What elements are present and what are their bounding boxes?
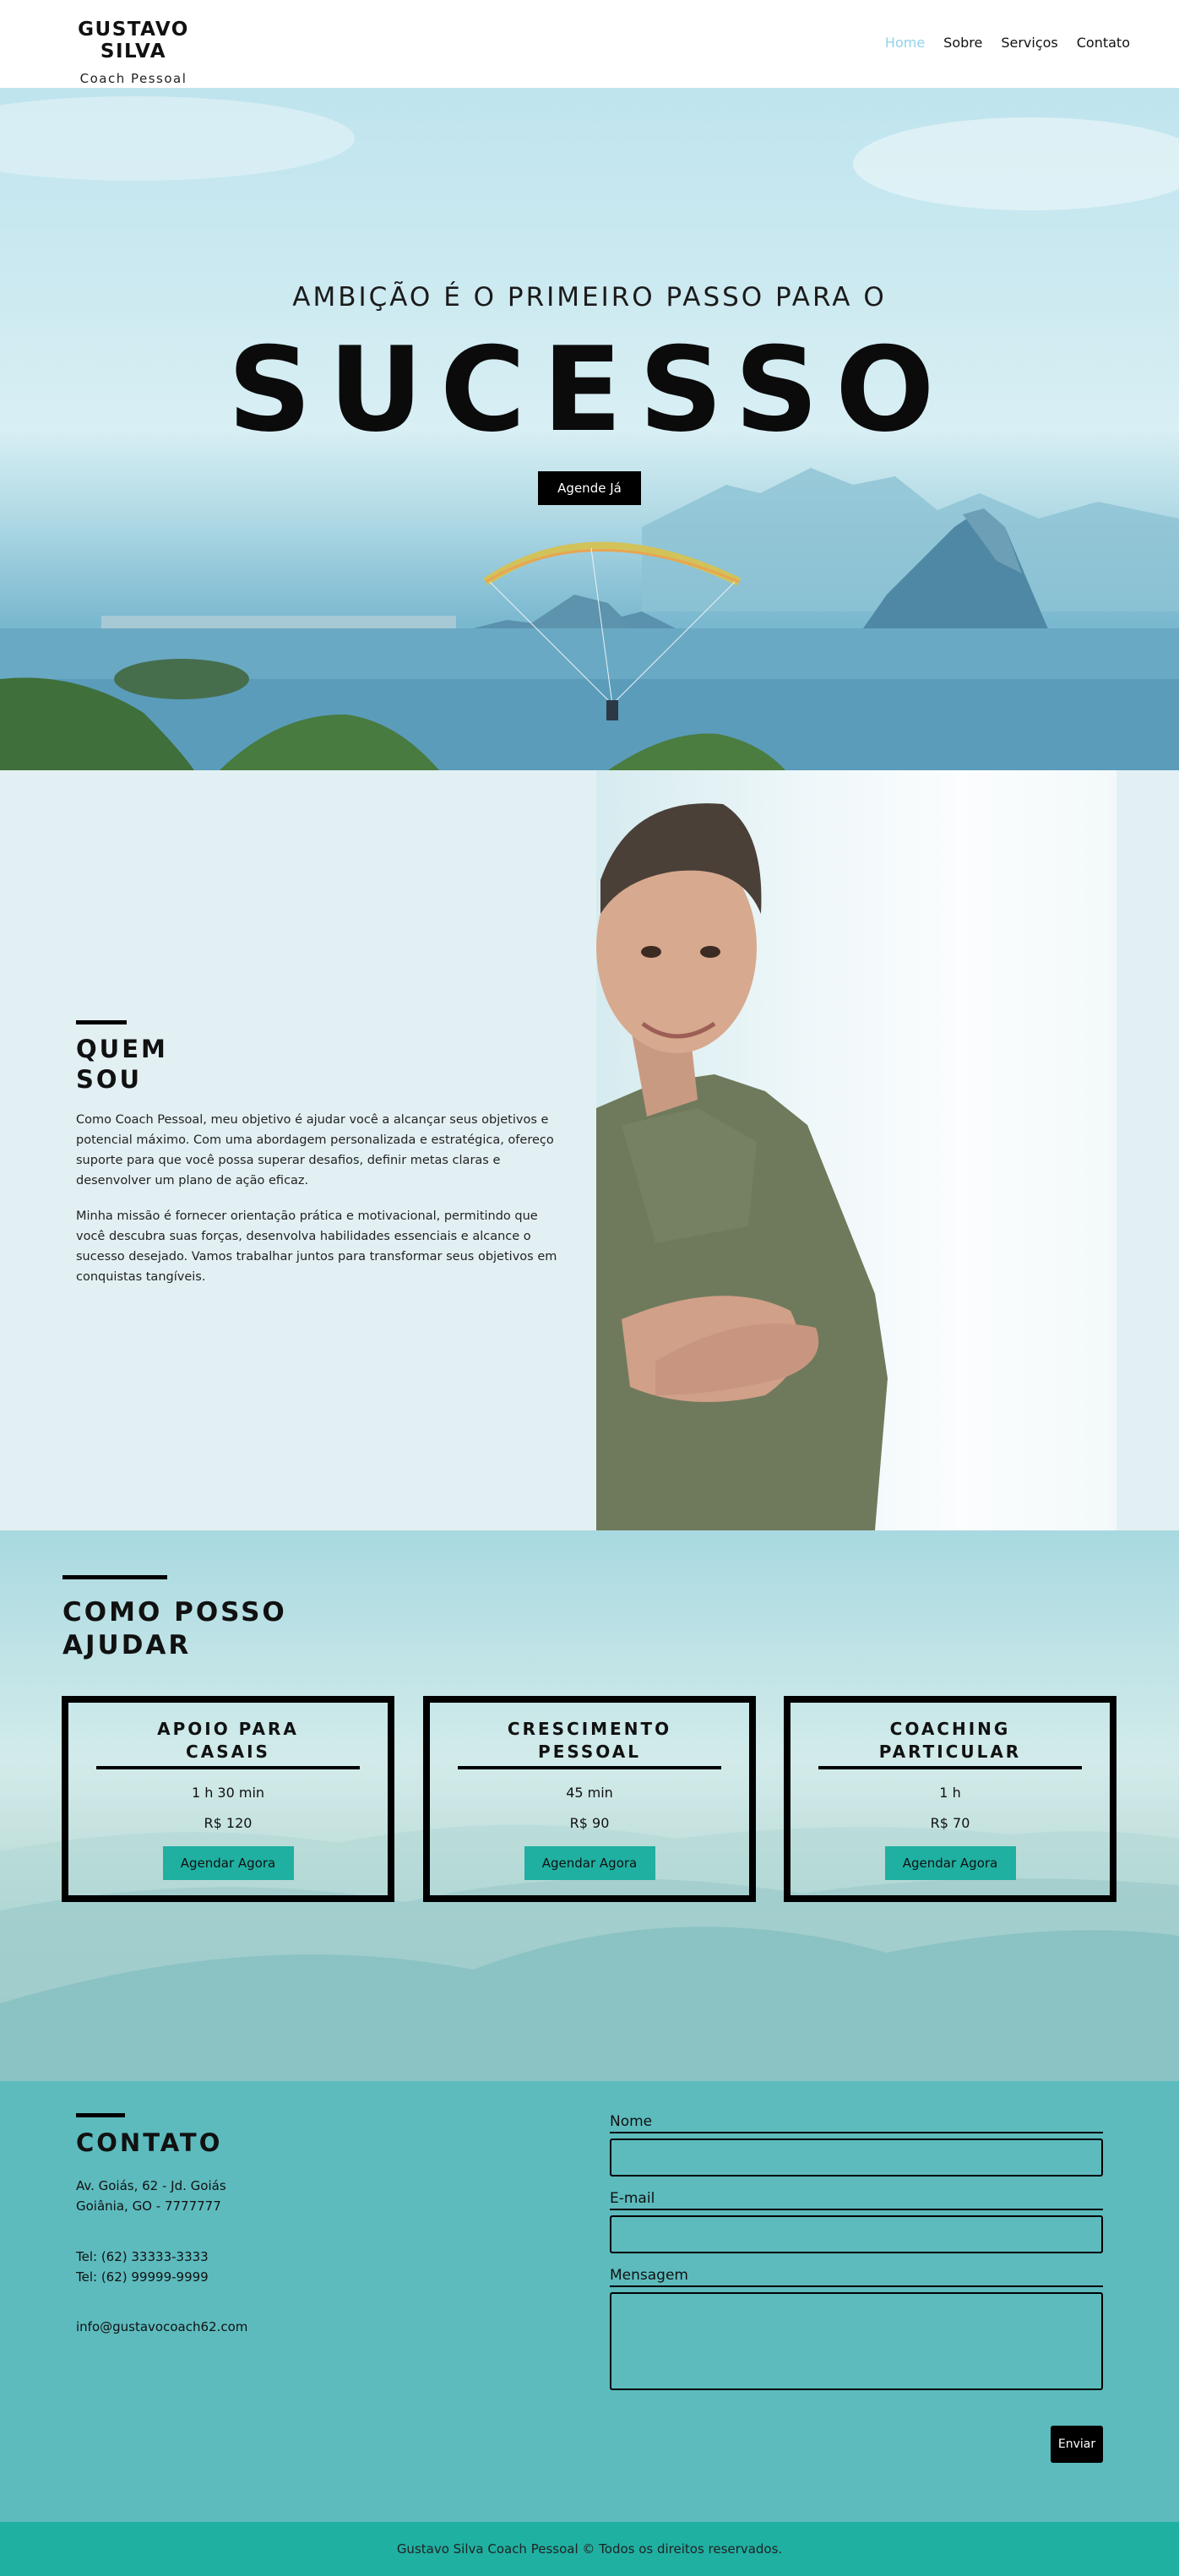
nav-sobre[interactable]: Sobre [943, 35, 982, 51]
contact-section: CONTATO Av. Goiás, 62 - Jd. Goiás Goiâni… [0, 2081, 1179, 2522]
service-card-divider [96, 1766, 360, 1769]
services-section: COMO POSSO AJUDAR APOIO PARA CASAIS 1 h … [0, 1530, 1179, 2081]
schedule-now-button[interactable]: Agende Já [538, 471, 641, 505]
contact-title: CONTATO [76, 2128, 223, 2157]
service-card-divider [458, 1766, 721, 1769]
contact-phone-2: Tel: (62) 99999-9999 [76, 2269, 209, 2285]
services-title-line1: COMO POSSO [62, 1597, 287, 1628]
service-title-line1: CRESCIMENTO [507, 1719, 672, 1739]
service-duration: 1 h [939, 1785, 961, 1801]
section-divider [76, 2113, 125, 2117]
book-now-button[interactable]: Agendar Agora [162, 1846, 294, 1880]
contact-phone-1: Tel: (62) 33333-3333 [76, 2249, 209, 2264]
contact-info: CONTATO Av. Goiás, 62 - Jd. Goiás Goiâni… [76, 2113, 247, 2337]
name-label: Nome [610, 2113, 1103, 2133]
service-card-title: COACHING PARTICULAR [791, 1718, 1110, 1764]
service-card: COACHING PARTICULAR 1 h R$ 70 Agendar Ag… [784, 1696, 1117, 1902]
about-section: QUEM SOU Como Coach Pessoal, meu objetiv… [0, 770, 1179, 1530]
brand-subtitle: Coach Pessoal [79, 71, 187, 86]
service-title-line2: PESSOAL [538, 1742, 641, 1762]
contact-form: Nome E-mail Mensagem [610, 2113, 1103, 2390]
service-title-line2: CASAIS [186, 1742, 270, 1762]
email-label: E-mail [610, 2190, 1103, 2210]
service-price: R$ 90 [569, 1815, 610, 1831]
service-card-title: APOIO PARA CASAIS [68, 1718, 388, 1764]
hero-tagline: AMBIÇÃO É O PRIMEIRO PASSO PARA O [292, 282, 887, 312]
message-label: Mensagem [610, 2267, 1103, 2287]
email-field[interactable] [610, 2215, 1103, 2253]
service-title-line2: PARTICULAR [878, 1742, 1022, 1762]
name-field[interactable] [610, 2139, 1103, 2177]
about-paragraph-2: Minha missão é fornecer orientação práti… [76, 1209, 557, 1285]
service-card-title: CRESCIMENTO PESSOAL [430, 1718, 749, 1764]
about-title-line2: SOU [76, 1064, 143, 1094]
services-heading: COMO POSSO AJUDAR [62, 1575, 287, 1662]
service-price: R$ 120 [204, 1815, 253, 1831]
book-now-button[interactable]: Agendar Agora [524, 1846, 655, 1880]
section-divider [62, 1575, 167, 1579]
brand-logo[interactable]: GUSTAVO SILVA Coach Pessoal [49, 19, 218, 86]
brand-name: GUSTAVO SILVA [78, 19, 189, 62]
main-nav: Home Sobre Serviços Contato [885, 35, 1130, 51]
hero-title: SUCESSO [227, 322, 952, 458]
service-price: R$ 70 [930, 1815, 970, 1831]
about-text-block: QUEM SOU Como Coach Pessoal, meu objetiv… [76, 1020, 557, 1287]
services-title: COMO POSSO AJUDAR [62, 1596, 287, 1662]
about-paragraph-1: Como Coach Pessoal, meu objetivo é ajuda… [76, 1113, 554, 1188]
coach-portrait-photo [596, 770, 1117, 1530]
about-title-line1: QUEM [76, 1035, 168, 1063]
hero-section: AMBIÇÃO É O PRIMEIRO PASSO PARA O SUCESS… [0, 88, 1179, 770]
services-title-line2: AJUDAR [62, 1629, 192, 1660]
contact-email-link[interactable]: info@gustavocoach62.com [76, 2317, 247, 2337]
nav-servicos[interactable]: Serviços [1001, 35, 1057, 51]
nav-contato[interactable]: Contato [1077, 35, 1130, 51]
book-now-button[interactable]: Agendar Agora [884, 1846, 1016, 1880]
footer-copyright: Gustavo Silva Coach Pessoal © Todos os d… [396, 2541, 783, 2557]
submit-button[interactable]: Enviar [1051, 2426, 1103, 2463]
service-card: APOIO PARA CASAIS 1 h 30 min R$ 120 Agen… [62, 1696, 394, 1902]
site-header: GUSTAVO SILVA Coach Pessoal Home Sobre S… [0, 0, 1179, 88]
service-card-divider [818, 1766, 1082, 1769]
service-duration: 45 min [566, 1785, 613, 1801]
nav-home[interactable]: Home [885, 35, 925, 51]
service-title-line1: APOIO PARA [157, 1719, 299, 1739]
service-title-line1: COACHING [889, 1719, 1011, 1739]
contact-address-line2: Goiânia, GO - 7777777 [76, 2198, 221, 2214]
site-footer: Gustavo Silva Coach Pessoal © Todos os d… [0, 2522, 1179, 2576]
about-title: QUEM SOU [76, 1035, 557, 1095]
section-divider [76, 1020, 127, 1024]
service-card: CRESCIMENTO PESSOAL 45 min R$ 90 Agendar… [423, 1696, 756, 1902]
message-field[interactable] [610, 2292, 1103, 2390]
contact-address-line1: Av. Goiás, 62 - Jd. Goiás [76, 2178, 226, 2193]
service-duration: 1 h 30 min [191, 1785, 265, 1801]
